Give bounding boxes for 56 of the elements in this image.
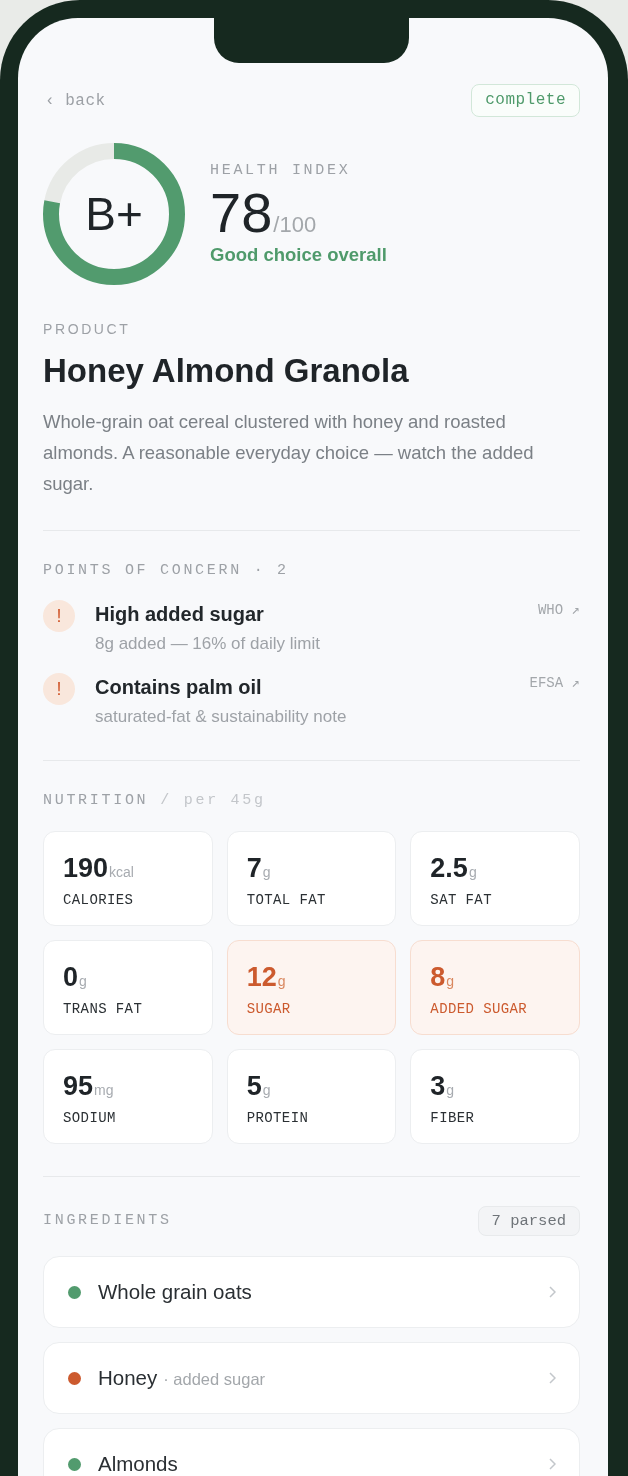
score-max: /100 xyxy=(273,213,317,237)
concern-detail: saturated-fat & sustainability note xyxy=(95,706,347,728)
nutrient-unit: kcal xyxy=(109,864,134,880)
nutrient-label: CALORIES xyxy=(63,891,135,909)
concern-detail: 8g added — 16% of daily limit xyxy=(95,633,320,655)
section-title: POINTS OF CONCERN · 2 xyxy=(43,562,290,580)
score-verdict: Good choice overall xyxy=(210,244,387,266)
nutrient-label: SODIUM xyxy=(63,1109,117,1127)
product-label: PRODUCT xyxy=(43,320,132,338)
nutrient-value: 7 xyxy=(246,854,262,882)
nutrient-value: 5 xyxy=(246,1072,262,1100)
nutrient-value: 8 xyxy=(430,963,446,991)
nutrient-value: 3 xyxy=(430,1072,446,1100)
ingredient-row[interactable]: Honey · added sugar xyxy=(43,1342,580,1414)
ingredient-note: · added sugar xyxy=(163,1369,266,1389)
status-badge: complete xyxy=(471,84,580,117)
score-value: 78 xyxy=(210,181,273,244)
chevron-icon xyxy=(549,1372,556,1384)
nutrient-value: 190 xyxy=(63,854,109,882)
nutrient-label: ADDED SUGAR xyxy=(430,1000,529,1018)
grade-text: B+ xyxy=(85,189,143,239)
ingredient-name: Almonds xyxy=(98,1452,178,1476)
product-description: Whole-grain oat cereal clustered with honey and roasted almonds. A reasonable everyday choice — watch the added sugar. xyxy=(43,410,535,496)
section-title: INGREDIENTS xyxy=(43,1212,172,1230)
ingredient-row[interactable]: Whole grain oats xyxy=(43,1256,580,1328)
score-label: HEALTH INDEX xyxy=(210,162,352,180)
section-title: NUTRITION xyxy=(43,792,149,810)
nutrient-unit: g xyxy=(446,1082,455,1098)
warning-icon: ! xyxy=(43,673,75,705)
ingredient-name: Honey xyxy=(98,1366,158,1390)
count-badge: 7 parsed xyxy=(477,1206,580,1236)
nutrient-unit: g xyxy=(446,973,455,989)
product-name: Honey Almond Granola xyxy=(43,352,410,390)
concern-title: Contains palm oil xyxy=(95,675,263,699)
nutrient-label: SAT FAT xyxy=(430,891,493,909)
nutrient-label: PROTEIN xyxy=(246,1109,310,1127)
nutrient-label: FIBER xyxy=(430,1109,476,1127)
nutrient-unit: g xyxy=(262,1082,271,1098)
nutrient-value: 2.5 xyxy=(430,854,468,882)
concern-title: High added sugar xyxy=(95,602,265,626)
ingredient-name: Whole grain oats xyxy=(98,1280,252,1304)
ingredient-row[interactable]: Almonds xyxy=(43,1428,580,1476)
nutrient-value: 12 xyxy=(246,963,277,991)
nutrient-unit: g xyxy=(79,973,87,989)
nutrient-label: TOTAL FAT xyxy=(246,891,327,909)
chevron-icon xyxy=(549,1286,556,1298)
nutrient-unit: g xyxy=(468,864,477,880)
nutrient-label: TRANS FAT xyxy=(63,1000,144,1018)
chevron-icon xyxy=(549,1458,556,1470)
nutrient-value: 95 xyxy=(63,1072,94,1100)
nutrient-unit: g xyxy=(277,973,286,989)
nutrient-unit: g xyxy=(262,864,271,880)
nutrient-value: 0 xyxy=(63,963,79,991)
nutrient-label: SUGAR xyxy=(246,1000,292,1018)
warning-icon: ! xyxy=(43,600,75,632)
nutrient-unit: mg xyxy=(94,1082,114,1098)
